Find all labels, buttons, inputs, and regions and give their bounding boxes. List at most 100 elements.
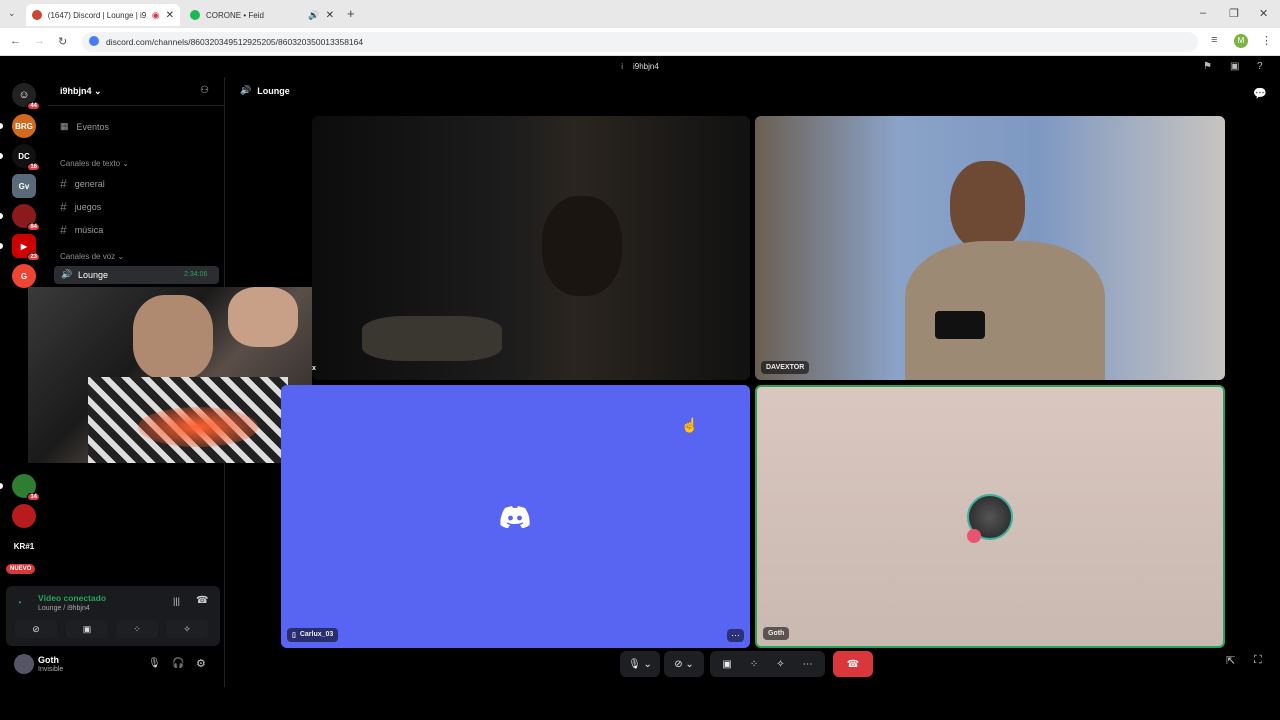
minimize-icon[interactable]: – bbox=[1200, 7, 1206, 19]
help-icon[interactable]: ? bbox=[1257, 61, 1263, 72]
video-tile-davextor[interactable]: DAVEXTOR bbox=[755, 116, 1225, 380]
user-status: Invisible bbox=[38, 666, 64, 673]
unread-badge: 23 bbox=[27, 253, 40, 261]
address-bar[interactable]: discord.com/channels/860320349512925205/… bbox=[82, 32, 1198, 52]
close-window-icon[interactable]: ✕ bbox=[1259, 7, 1268, 20]
person-silhouette bbox=[542, 196, 622, 296]
site-info-icon[interactable] bbox=[89, 36, 99, 46]
flag-icon[interactable]: ⚑ bbox=[1203, 61, 1212, 72]
server-direct-messages[interactable]: ☺ 44 bbox=[12, 83, 40, 110]
call-actions-group: ▣ ⁘ ✧ ⋯ bbox=[710, 651, 825, 677]
microphone-icon[interactable]: 🎙 bbox=[148, 658, 161, 669]
unread-badge: 16 bbox=[27, 163, 40, 171]
server-pill bbox=[0, 243, 3, 249]
pop-out-icon[interactable]: ⇱ bbox=[1226, 654, 1235, 667]
screen-share-button[interactable]: ▣ bbox=[66, 620, 108, 638]
spotify-favicon-icon bbox=[190, 10, 200, 20]
server-label: G bbox=[20, 271, 28, 281]
video-tile-goth[interactable]: Goth bbox=[755, 385, 1225, 648]
video-tile-x[interactable]: x bbox=[312, 116, 750, 380]
channel-label: música bbox=[74, 225, 104, 235]
forward-icon[interactable]: → bbox=[34, 35, 45, 47]
menu-kebab-icon[interactable]: ⋮ bbox=[1261, 34, 1272, 47]
chat-bubble-icon[interactable]: 💬 bbox=[1253, 87, 1267, 100]
voice-status-title: Vídeo conectado bbox=[38, 593, 107, 603]
recording-icon: ◉ bbox=[151, 9, 160, 20]
tab-spotify[interactable]: CORONE • Feid 🔊 ✕ bbox=[184, 4, 340, 26]
events-label: Eventos bbox=[76, 121, 110, 132]
server-dc[interactable]: DC 16 bbox=[12, 144, 40, 171]
tab-discord[interactable]: (1647) Discord | Lounge | i9 ◉ ✕ bbox=[26, 4, 180, 26]
server-red[interactable]: 84 bbox=[12, 204, 40, 231]
maximize-icon[interactable]: ❐ bbox=[1229, 7, 1239, 20]
noise-suppression-icon[interactable]: ||| bbox=[173, 596, 180, 606]
server-name-header[interactable]: i9hbjn4 ⌄ bbox=[60, 86, 102, 97]
tab-list-chevron-icon[interactable]: ⌄ bbox=[8, 8, 16, 19]
category-label: Canales de voz bbox=[60, 252, 116, 261]
signal-icon[interactable]: ◔ bbox=[16, 598, 22, 609]
activities-button[interactable]: ⁘ bbox=[116, 620, 158, 638]
hang-up-icon: ☎ bbox=[846, 658, 860, 670]
server-label: DC bbox=[18, 151, 30, 161]
fullscreen-icon[interactable]: ⛶ bbox=[1254, 654, 1262, 667]
server-label: KR#1 bbox=[13, 541, 35, 551]
media-control-icon[interactable]: ≡ bbox=[1211, 34, 1217, 46]
server-yt[interactable]: ▶ 23 bbox=[12, 234, 40, 261]
discord-favicon-icon bbox=[32, 10, 42, 20]
server-green[interactable]: 14 bbox=[12, 474, 40, 501]
close-tab-icon[interactable]: ✕ bbox=[166, 10, 174, 21]
soundboard-icon[interactable]: ✧ bbox=[776, 659, 784, 670]
channel-label: general bbox=[74, 179, 105, 189]
leave-call-button[interactable]: ☎ bbox=[833, 651, 873, 677]
activities-icon[interactable]: ⁘ bbox=[750, 659, 758, 670]
soundboard-button[interactable]: ✧ bbox=[166, 620, 208, 638]
more-options-icon[interactable]: ⋯ bbox=[803, 659, 813, 670]
server-kr1[interactable]: KR#1 bbox=[12, 534, 36, 558]
server-brg[interactable]: BRG bbox=[12, 114, 36, 138]
server-gv[interactable]: Gv bbox=[12, 174, 36, 198]
channel-juegos[interactable]: # juegos bbox=[60, 200, 101, 214]
video-tile-carlux[interactable]: ▯ Carlux_03 ⋯ bbox=[281, 385, 750, 648]
events-item[interactable]: ▦ Eventos bbox=[60, 121, 109, 132]
channel-musica[interactable]: # música bbox=[60, 223, 103, 237]
soundboard-icon: ✧ bbox=[183, 623, 191, 634]
call-header: 🔊 Lounge bbox=[240, 85, 290, 96]
camera-off-button[interactable]: ⊘ bbox=[15, 620, 57, 638]
add-member-icon[interactable]: ⚇ bbox=[200, 85, 209, 96]
channel-general[interactable]: # general bbox=[60, 177, 105, 191]
camera-toggle-button[interactable]: ⊘ ⌄ bbox=[664, 651, 704, 677]
tile-more-options-icon[interactable]: ⋯ bbox=[727, 629, 744, 642]
profile-avatar[interactable]: M bbox=[1234, 34, 1248, 48]
server-knuckles[interactable] bbox=[12, 504, 36, 528]
unread-badge: 44 bbox=[27, 102, 40, 110]
inbox-icon[interactable]: ▣ bbox=[1230, 61, 1239, 72]
url-text: discord.com/channels/860320349512925205/… bbox=[106, 37, 364, 47]
disconnect-icon[interactable]: ☎ bbox=[196, 595, 208, 606]
avatar[interactable] bbox=[14, 654, 34, 674]
participant-name: x bbox=[312, 365, 316, 372]
category-voice-channels[interactable]: Canales de voz ⌄ bbox=[60, 252, 124, 261]
server-g[interactable]: G bbox=[12, 264, 36, 288]
headphones-icon[interactable]: 🎧 bbox=[172, 658, 184, 669]
audio-playing-icon[interactable]: 🔊 bbox=[308, 10, 319, 21]
close-tab-icon[interactable]: ✕ bbox=[326, 10, 334, 21]
category-label: Canales de texto bbox=[60, 159, 121, 168]
username: Goth bbox=[38, 655, 59, 665]
new-badge: NUEVO bbox=[6, 564, 36, 574]
reload-icon[interactable]: ↻ bbox=[58, 35, 67, 48]
screen-share-icon[interactable]: ▣ bbox=[722, 659, 731, 670]
voice-status-subtitle[interactable]: Lounge / i9hbjn4 bbox=[38, 605, 90, 612]
category-text-channels[interactable]: Canales de texto ⌄ bbox=[60, 159, 129, 168]
new-tab-icon[interactable]: + bbox=[347, 6, 355, 21]
user-panel: Goth Invisible 🎙 🎧 ⚙ bbox=[6, 650, 220, 680]
voice-channel-lounge[interactable]: 🔊 Lounge 2:34:06 bbox=[54, 266, 219, 284]
unread-badge: 14 bbox=[27, 493, 40, 501]
title-text: i9hbjn4 bbox=[632, 62, 659, 71]
tab-title: (1647) Discord | Lounge | i9 bbox=[47, 10, 146, 20]
back-icon[interactable]: ← bbox=[10, 35, 21, 47]
mute-microphone-button[interactable]: 🎙 ⌄ bbox=[620, 651, 660, 677]
server-pill bbox=[0, 123, 3, 129]
participant-name: DAVEXTOR bbox=[761, 361, 810, 374]
mobile-icon: ▯ bbox=[292, 632, 296, 639]
settings-gear-icon[interactable]: ⚙ bbox=[196, 657, 206, 670]
